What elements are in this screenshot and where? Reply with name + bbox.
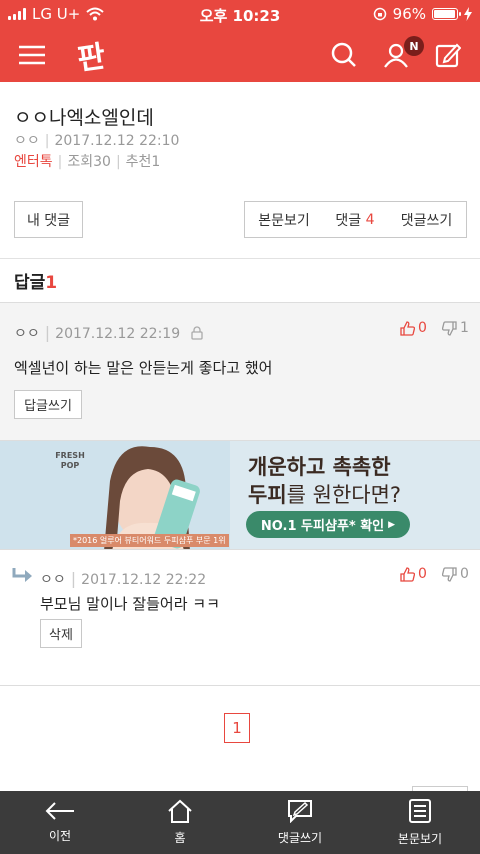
thumbs-down-icon bbox=[442, 320, 457, 336]
ad-headline-1: 개운하고 촉촉한 bbox=[248, 451, 391, 481]
ad-headline-1-bold: 촉촉한 bbox=[332, 455, 391, 479]
reply-dislike[interactable]: 0 bbox=[442, 566, 469, 582]
delete-button[interactable]: 삭제 bbox=[40, 619, 82, 648]
page-1-button[interactable]: 1 bbox=[224, 713, 250, 743]
thumbs-down-icon bbox=[442, 566, 457, 582]
reply-date: 2017.12.12 22:22 bbox=[81, 572, 207, 588]
post-date: 2017.12.12 22:10 bbox=[54, 133, 180, 149]
tab-view-post[interactable]: 본문보기 bbox=[360, 791, 480, 854]
ad-headline-1-prefix: 개운하고 bbox=[248, 455, 333, 479]
replies-label: 답글 bbox=[14, 273, 46, 293]
nav-bar: 판 bbox=[0, 28, 480, 82]
ad-headline-2-bold: 두피 bbox=[248, 483, 287, 507]
replies-count: 1 bbox=[45, 273, 58, 293]
menu-icon[interactable] bbox=[16, 28, 48, 82]
post-meta: ㅇㅇ | 2017.12.12 22:10 bbox=[14, 133, 180, 149]
ad-footnote: *2016 얼루어 뷰티어워드 두피샴푸 부문 1위 bbox=[70, 534, 229, 547]
tab-home[interactable]: 홈 bbox=[120, 791, 240, 854]
comment-dislike-count: 1 bbox=[460, 320, 469, 336]
reply-text: 부모님 말이나 잘들어라 ㅋㅋ bbox=[40, 595, 220, 613]
back-arrow-icon bbox=[45, 802, 74, 820]
ad-headline-2: 두피를 원한다면? bbox=[248, 479, 401, 509]
comments-label: 댓글 bbox=[335, 212, 362, 229]
rotation-lock-icon bbox=[373, 7, 386, 21]
post-author[interactable]: ㅇㅇ bbox=[14, 133, 40, 149]
write-post-icon[interactable] bbox=[432, 28, 464, 82]
lock-icon bbox=[191, 326, 203, 340]
post-title: ㅇㅇ나엑소엘인데 bbox=[14, 107, 154, 129]
reply-author[interactable]: ㅇㅇ bbox=[40, 572, 66, 588]
tab-write-comment[interactable]: 댓글쓰기 bbox=[240, 791, 360, 854]
logo[interactable]: 판 bbox=[70, 34, 113, 78]
reply-like-count: 0 bbox=[418, 566, 427, 582]
comment-like-count: 0 bbox=[418, 320, 427, 336]
post-stats: 엔터톡 | 조회30 | 추천1 bbox=[14, 154, 161, 170]
tab-view-post-label: 본문보기 bbox=[397, 832, 443, 846]
list-divider bbox=[0, 685, 480, 686]
ad-cta-label: NO.1 두피샴푸* 확인 bbox=[260, 519, 385, 534]
my-comments-button[interactable]: 내 댓글 bbox=[14, 201, 83, 238]
ad-cta-button[interactable]: NO.1 두피샴푸* 확인 ▶ bbox=[246, 511, 410, 538]
tab-back-label: 이전 bbox=[48, 829, 72, 843]
comment-text: 엑셀년이 하는 말은 안듣는게 좋다고 했어 bbox=[14, 359, 273, 377]
comments-button[interactable]: 댓글 4 bbox=[323, 201, 388, 238]
post-category[interactable]: 엔터톡 bbox=[14, 154, 53, 170]
battery-percent: 96% bbox=[392, 5, 426, 23]
replies-header: 답글1 bbox=[14, 268, 57, 293]
tab-write-comment-label: 댓글쓰기 bbox=[277, 831, 323, 845]
reply-arrow-icon bbox=[12, 568, 32, 582]
reply-button[interactable]: 답글쓰기 bbox=[14, 390, 82, 419]
battery-icon bbox=[432, 8, 461, 20]
reply-dislike-count: 0 bbox=[460, 566, 469, 582]
bottom-toolbar: 이전 홈 댓글쓰기 본문보기 bbox=[0, 791, 480, 854]
comment-like[interactable]: 0 bbox=[400, 320, 427, 336]
view-post-button[interactable]: 본문보기 bbox=[244, 201, 324, 238]
section-divider bbox=[0, 258, 480, 259]
thumbs-up-icon bbox=[400, 566, 415, 582]
play-icon: ▶ bbox=[388, 519, 396, 530]
tab-back[interactable]: 이전 bbox=[0, 791, 120, 854]
ad-banner[interactable]: FRESH POP 개운하고 촉촉한 두피를 원한다면? NO.1 두피샴푸* … bbox=[0, 440, 480, 550]
thumbs-up-icon bbox=[400, 320, 415, 336]
charging-icon bbox=[464, 7, 472, 21]
reply-like[interactable]: 0 bbox=[400, 566, 427, 582]
search-icon[interactable] bbox=[328, 28, 360, 82]
status-bar: LG U+ 오후 10:23 96% bbox=[0, 0, 480, 28]
write-comment-button[interactable]: 댓글쓰기 bbox=[387, 201, 467, 238]
home-icon bbox=[168, 799, 192, 823]
ad-headline-2-rest: 를 원한다면? bbox=[286, 483, 402, 507]
post-views: 조회30 bbox=[67, 154, 111, 170]
comment-meta: ㅇㅇ | 2017.12.12 22:19 bbox=[14, 323, 203, 343]
tab-home-label: 홈 bbox=[174, 831, 186, 845]
ad-brand: FRESH POP bbox=[55, 451, 85, 470]
comments-count: 4 bbox=[365, 211, 375, 228]
post-recommend: 추천1 bbox=[125, 154, 161, 170]
comment-author[interactable]: ㅇㅇ bbox=[14, 326, 40, 342]
document-icon bbox=[409, 799, 431, 823]
write-comment-icon bbox=[288, 800, 312, 823]
notification-badge: N bbox=[404, 36, 424, 56]
reply-meta: ㅇㅇ | 2017.12.12 22:22 bbox=[40, 569, 207, 588]
user-icon[interactable] bbox=[380, 28, 412, 82]
comment-date: 2017.12.12 22:19 bbox=[55, 326, 181, 342]
comment-dislike[interactable]: 1 bbox=[442, 320, 469, 336]
